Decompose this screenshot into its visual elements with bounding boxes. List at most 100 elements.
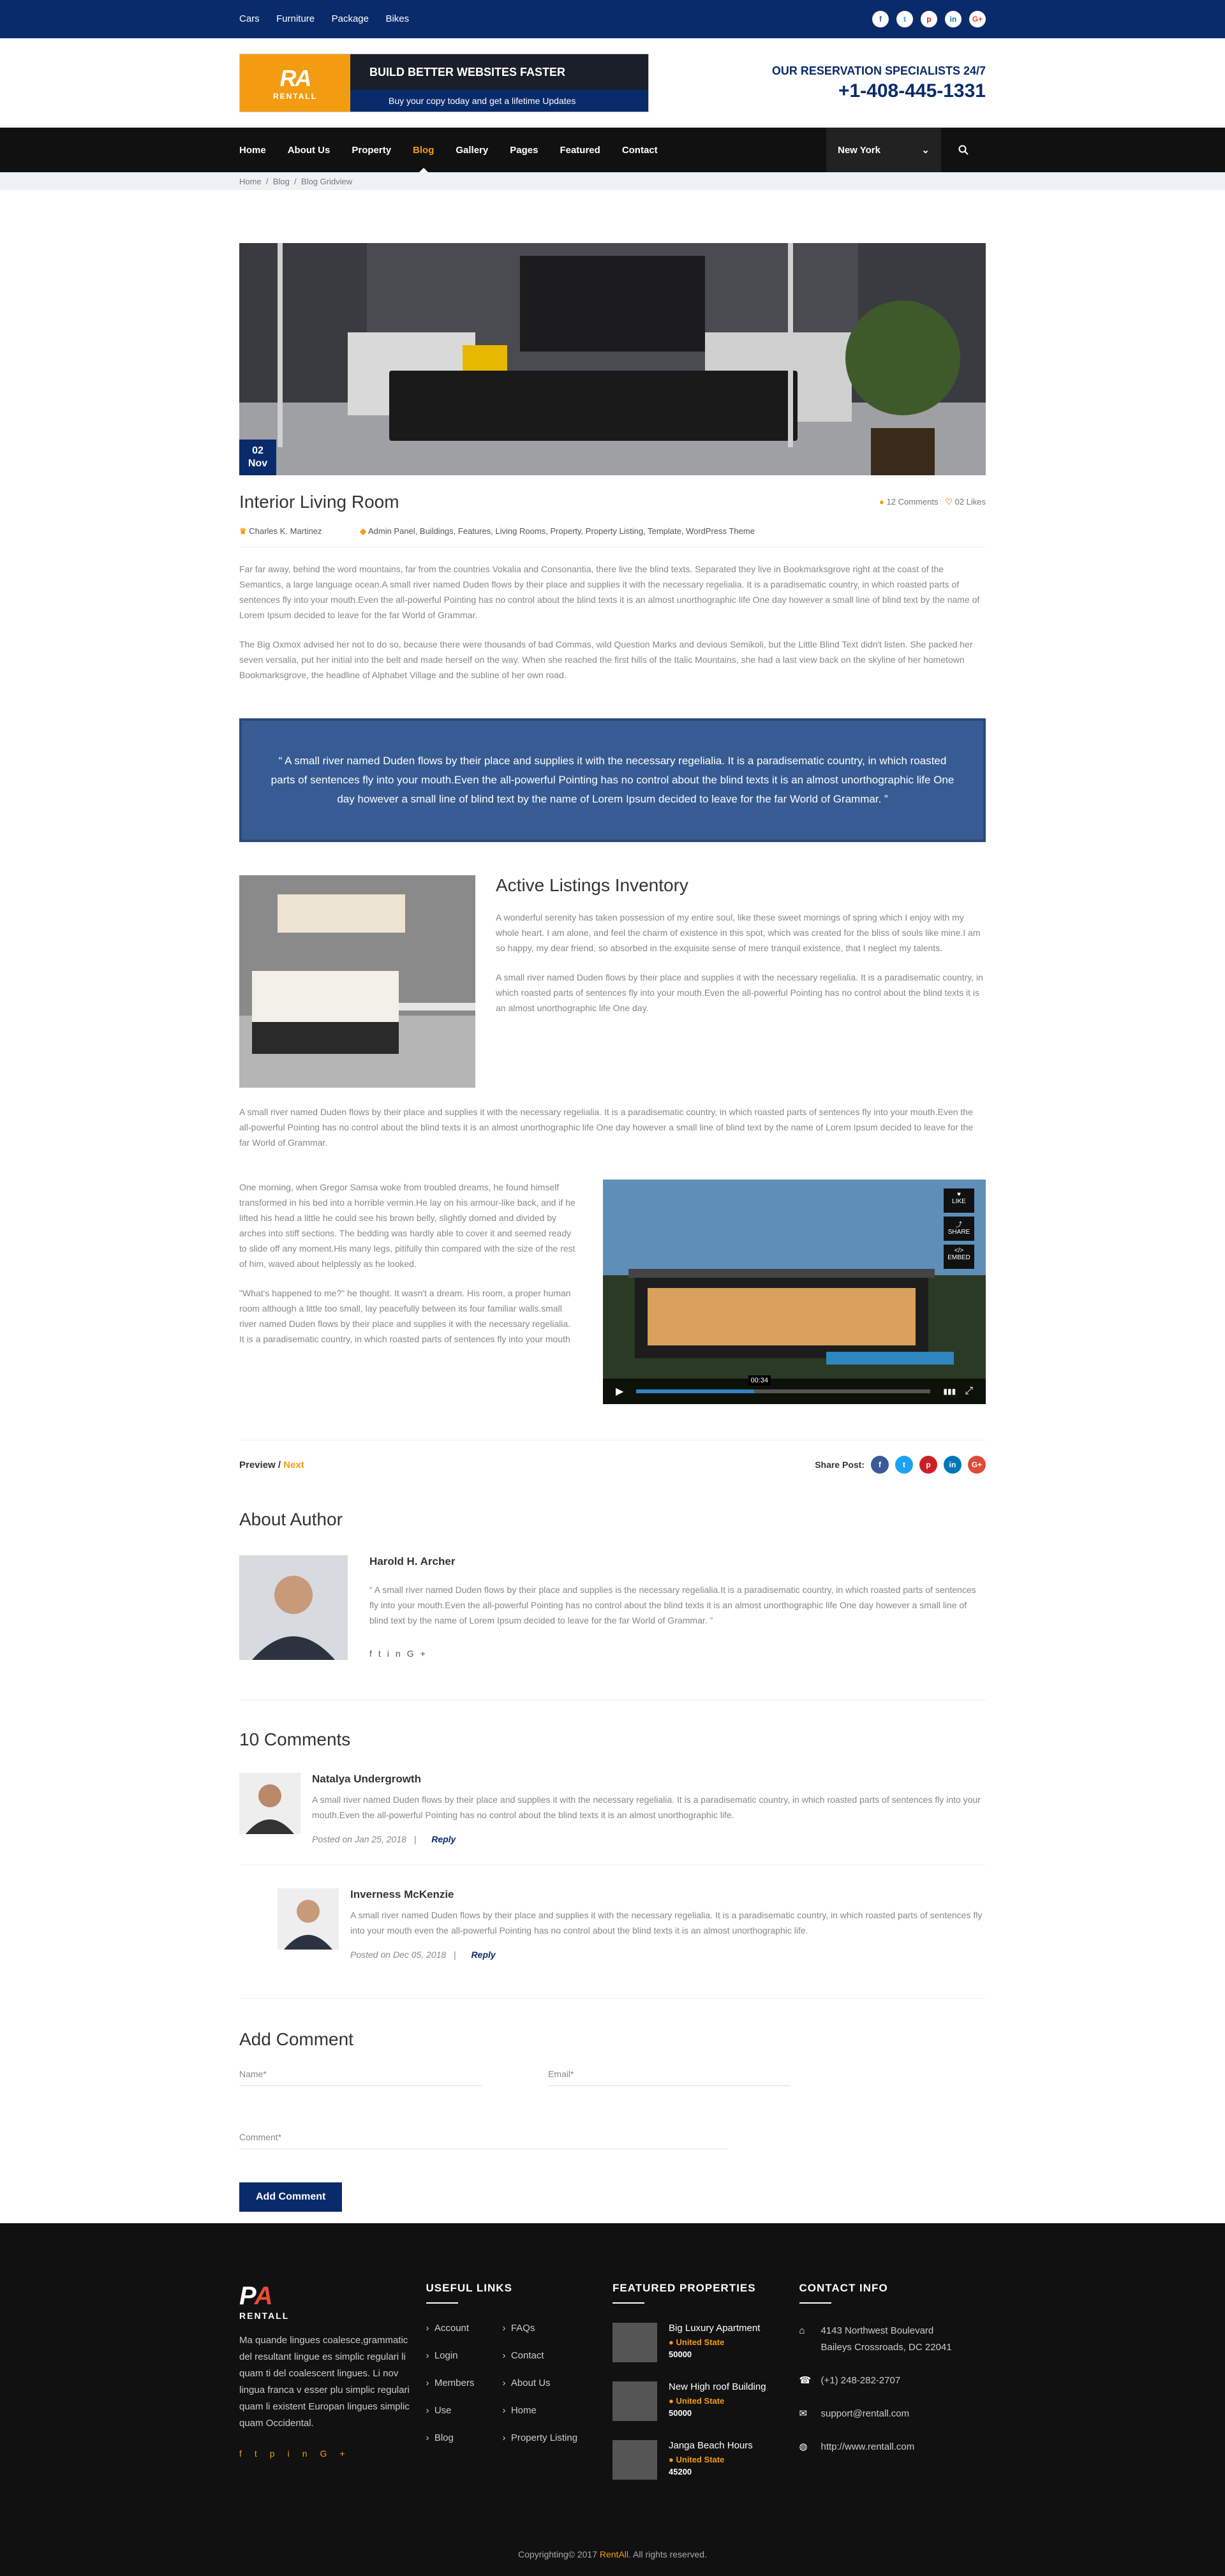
- featured-property[interactable]: Janga Beach Hours ● United State 45200: [612, 2440, 799, 2480]
- share-pinterest-icon[interactable]: p: [919, 1456, 937, 1474]
- search-icon[interactable]: [941, 145, 986, 155]
- post-tags[interactable]: Admin Panel, Buildings, Features, Living…: [368, 526, 755, 536]
- contact-info-heading: CONTACT INFO: [799, 2282, 986, 2304]
- nav-blog[interactable]: Blog: [413, 145, 434, 172]
- globe-icon: ◍: [799, 2441, 808, 2452]
- footer-about-text: Ma quande lingues coalesce,grammatic del…: [239, 2335, 410, 2429]
- nav-gallery[interactable]: Gallery: [456, 145, 488, 156]
- reply-link[interactable]: Reply: [431, 1834, 456, 1844]
- footer-link-members[interactable]: › Members: [426, 2378, 503, 2388]
- location-icon: ●: [669, 2396, 674, 2406]
- pinterest-icon[interactable]: p: [921, 11, 937, 27]
- avatar: [239, 1773, 301, 1834]
- reply-link[interactable]: Reply: [471, 1950, 496, 1960]
- breadcrumb-current: Blog Gridview: [301, 176, 353, 186]
- featured-property[interactable]: New High roof Building ● United State 5000…: [612, 2381, 799, 2421]
- footer-about: PA RENTALL Ma quande lingues coalesce,gr…: [239, 2282, 426, 2480]
- video-progress-bar[interactable]: 00:34: [636, 1375, 931, 1393]
- share-facebook-icon[interactable]: f: [871, 1456, 889, 1474]
- share-twitter-icon[interactable]: t: [895, 1456, 913, 1474]
- blockquote: “ A small river named Duden flows by the…: [239, 718, 986, 842]
- contact-web[interactable]: http://www.rentall.com: [821, 2439, 915, 2455]
- name-field[interactable]: Name*: [239, 2062, 482, 2086]
- fullscreen-icon[interactable]: ⤢: [965, 1386, 973, 1397]
- user-icon: ♛: [239, 526, 247, 536]
- post-likes-count[interactable]: 02 Likes: [955, 497, 986, 507]
- linkedin-icon[interactable]: in: [387, 1648, 407, 1659]
- breadcrumb-blog[interactable]: Blog: [273, 177, 290, 186]
- post-author[interactable]: Charles K. Martinez: [249, 526, 322, 536]
- video-like-button[interactable]: ♥ LIKE: [944, 1188, 974, 1213]
- footer-link-use[interactable]: › Use: [426, 2405, 503, 2416]
- google-plus-icon[interactable]: G+: [320, 2448, 357, 2459]
- footer-link-property-listing[interactable]: › Property Listing: [503, 2432, 579, 2443]
- next-link[interactable]: Next: [283, 1460, 304, 1470]
- add-comment-button[interactable]: Add Comment: [239, 2182, 343, 2212]
- hero-image: 02 Nov: [239, 243, 986, 475]
- article: 02 Nov Interior Living Room ● 12 Comment…: [239, 243, 986, 2212]
- share-linkedin-icon[interactable]: in: [944, 1456, 961, 1474]
- city-select[interactable]: New York ⌄: [826, 128, 941, 172]
- twitter-icon[interactable]: t: [255, 2448, 270, 2459]
- nav-property[interactable]: Property: [352, 145, 391, 156]
- comment-date: Posted on Jan 25, 2018: [312, 1834, 406, 1844]
- footer-link-blog[interactable]: › Blog: [426, 2432, 503, 2443]
- play-icon[interactable]: ▶: [616, 1385, 623, 1398]
- video-share-button[interactable]: ⤴ SHARE: [944, 1217, 974, 1241]
- copyright-brand-link[interactable]: RentAll: [600, 2549, 628, 2559]
- footer-link-contact[interactable]: › Contact: [503, 2350, 579, 2361]
- nav-home[interactable]: Home: [239, 145, 266, 156]
- share-google-plus-icon[interactable]: G+: [968, 1456, 986, 1474]
- logo[interactable]: RA RENTALL: [240, 54, 350, 112]
- comment-author: Natalya Undergrowth: [312, 1773, 421, 1785]
- email-field[interactable]: Email*: [548, 2062, 791, 2086]
- top-link-bikes[interactable]: Bikes: [385, 13, 409, 24]
- nav-contact[interactable]: Contact: [622, 145, 658, 156]
- property-name: Big Luxury Apartment: [669, 2323, 761, 2334]
- volume-icon[interactable]: ▮▮▮: [943, 1387, 956, 1396]
- footer-link-account[interactable]: › Account: [426, 2323, 503, 2334]
- preview-link[interactable]: Preview: [239, 1460, 276, 1470]
- contact-phone[interactable]: (+1) 248-282-2707: [821, 2372, 901, 2389]
- footer-social: ftpinG+: [239, 2448, 426, 2459]
- promo-banner[interactable]: RA RENTALL BUILD BETTER WEBSITES FASTER …: [239, 54, 649, 112]
- google-plus-icon[interactable]: G+: [969, 11, 986, 27]
- comment-field[interactable]: Comment*: [239, 2126, 727, 2149]
- facebook-icon[interactable]: f: [239, 2448, 255, 2459]
- property-name: Janga Beach Hours: [669, 2440, 753, 2451]
- pinterest-icon[interactable]: p: [270, 2448, 288, 2459]
- footer-link-login[interactable]: › Login: [426, 2350, 503, 2361]
- nav-pages[interactable]: Pages: [510, 145, 538, 156]
- google-plus-icon[interactable]: G+: [407, 1648, 432, 1659]
- twitter-icon[interactable]: t: [896, 11, 913, 27]
- nav-about[interactable]: About Us: [288, 145, 330, 156]
- top-link-package[interactable]: Package: [332, 13, 369, 24]
- top-link-furniture[interactable]: Furniture: [276, 13, 315, 24]
- post-paragraph-5: "What's happened to me?" he thought. It …: [239, 1288, 571, 1344]
- footer-link-faqs[interactable]: › FAQs: [503, 2323, 579, 2334]
- post-comments-count[interactable]: 12 Comments: [887, 497, 939, 507]
- breadcrumb-home[interactable]: Home: [239, 177, 262, 186]
- linkedin-icon[interactable]: in: [945, 11, 961, 27]
- footer-link-about[interactable]: › About Us: [503, 2378, 579, 2388]
- reservation: OUR RESERVATION SPECIALISTS 24/7 +1-408-…: [772, 64, 986, 102]
- reservation-phone[interactable]: +1-408-445-1331: [772, 80, 986, 102]
- twitter-icon[interactable]: t: [378, 1648, 387, 1659]
- facebook-icon[interactable]: f: [369, 1648, 378, 1659]
- house-video-frame: [603, 1180, 986, 1404]
- facebook-icon[interactable]: f: [872, 11, 889, 27]
- mail-icon: ✉: [799, 2408, 808, 2419]
- linkedin-icon[interactable]: in: [288, 2448, 320, 2459]
- featured-property[interactable]: Big Luxury Apartment ● United State 50000: [612, 2323, 799, 2362]
- footer-link-home[interactable]: › Home: [503, 2405, 579, 2416]
- banner-title: BUILD BETTER WEBSITES FASTER: [369, 65, 566, 78]
- post-title: Interior Living Room: [239, 492, 399, 512]
- contact-email[interactable]: support@rentall.com: [821, 2406, 910, 2422]
- author-avatar: [239, 1555, 348, 1660]
- video-embed-button[interactable]: </> EMBED: [944, 1245, 974, 1269]
- banner-subtitle: Buy your copy today and get a lifetime U…: [350, 90, 648, 112]
- video-player[interactable]: ♥ LIKE ⤴ SHARE </> EMBED ▶ 00:34 ▮▮▮ ⤢: [603, 1180, 986, 1404]
- top-link-cars[interactable]: Cars: [239, 13, 260, 24]
- footer-logo[interactable]: PA: [239, 2282, 426, 2311]
- nav-featured[interactable]: Featured: [560, 145, 600, 156]
